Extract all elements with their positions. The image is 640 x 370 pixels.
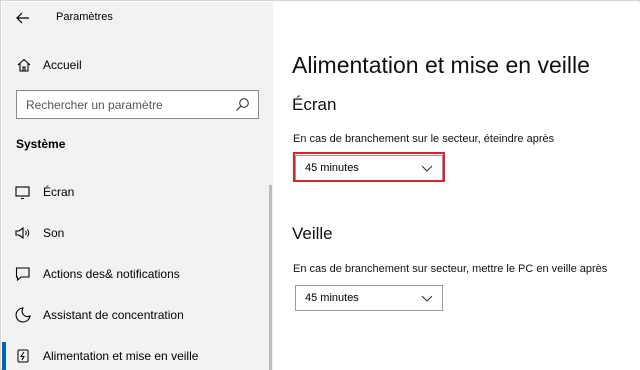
sidebar-item-label: Accueil	[43, 58, 82, 72]
sidebar-section-title: Système	[16, 137, 66, 151]
sidebar-item-label: Assistant de concentration	[43, 308, 184, 322]
sidebar-item-power-sleep[interactable]: Alimentation et mise en veille	[2, 336, 264, 370]
sidebar-item-son[interactable]: Son	[2, 213, 264, 253]
home-icon	[17, 58, 31, 72]
sidebar-item-home[interactable]: Accueil	[2, 52, 273, 78]
back-arrow-icon	[16, 12, 29, 24]
page-title: Alimentation et mise en veille	[292, 52, 590, 78]
main-content: Alimentation et mise en veille Écran En …	[273, 2, 640, 370]
chevron-down-icon	[421, 295, 433, 302]
sleep-timeout-value: 45 minutes	[305, 292, 359, 304]
back-button[interactable]	[12, 8, 34, 28]
sidebar-scrollbar[interactable]	[269, 185, 272, 370]
sidebar-item-label: Actions des& notifications	[43, 267, 180, 281]
sleep-section-title: Veille	[292, 224, 333, 243]
highlight-box	[293, 152, 445, 182]
sidebar-item-label: Alimentation et mise en veille	[43, 349, 199, 363]
app-title: Paramètres	[56, 11, 113, 23]
sidebar-item-focus-assist[interactable]: Assistant de concentration	[2, 295, 264, 335]
speaker-icon	[15, 226, 30, 240]
sleep-timeout-dropdown[interactable]: 45 minutes	[295, 285, 443, 311]
screen-timeout-label: En cas de branchement sur le secteur, ét…	[293, 133, 555, 145]
sleep-timeout-label: En cas de branchement sur secteur, mettr…	[293, 263, 608, 275]
search-placeholder: Rechercher un paramètre	[26, 98, 163, 112]
screen-section-title: Écran	[292, 95, 337, 114]
sidebar: Paramètres Accueil Rechercher un paramèt…	[2, 2, 273, 370]
sidebar-item-label: Son	[43, 226, 65, 240]
sidebar-item-ecran[interactable]: Écran	[2, 172, 264, 212]
settings-window: Paramètres Accueil Rechercher un paramèt…	[0, 0, 640, 370]
active-indicator	[2, 342, 6, 370]
monitor-icon	[15, 186, 30, 200]
notification-icon	[15, 267, 30, 282]
sidebar-item-label: Écran	[43, 185, 75, 199]
moon-icon	[15, 307, 31, 323]
power-icon	[17, 349, 29, 363]
sidebar-item-notifications[interactable]: Actions des& notifications	[2, 254, 264, 294]
search-input[interactable]: Rechercher un paramètre	[16, 90, 259, 119]
search-icon	[236, 98, 249, 111]
